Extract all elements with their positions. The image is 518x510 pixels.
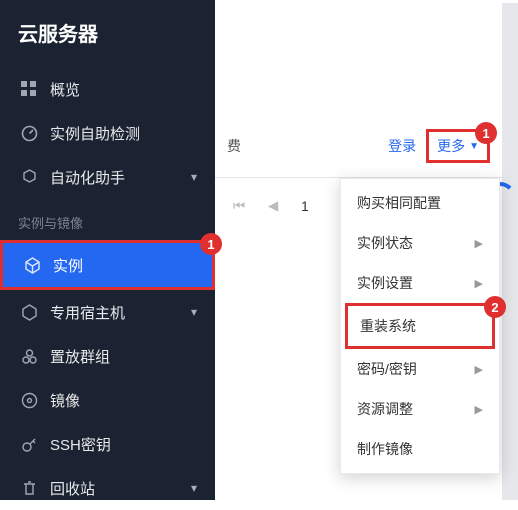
sidebar-item-label: 回收站 [50, 478, 95, 499]
chevron-right-icon: ▶ [475, 363, 483, 376]
sidebar-section-label: 实例与镜像 [0, 199, 215, 240]
grid-icon [18, 78, 40, 100]
sidebar-title: 云服务器 [0, 14, 215, 67]
sidebar-item-label: 镜像 [50, 390, 80, 411]
sidebar-item-label: 专用宿主机 [50, 302, 125, 323]
scrollbar-track[interactable] [502, 3, 518, 500]
dd-item-instance-settings[interactable]: 实例设置 ▶ [341, 263, 499, 303]
sidebar-item-label: 实例自助检测 [50, 123, 140, 144]
dd-item-instance-status[interactable]: 实例状态 ▶ [341, 223, 499, 263]
dd-item-label: 密码/密钥 [357, 359, 417, 379]
login-link[interactable]: 登录 [388, 136, 416, 156]
chevron-down-icon: ▾ [191, 481, 197, 495]
more-dropdown-button[interactable]: 更多 ▼ 1 [426, 129, 490, 163]
chevron-right-icon: ▶ [475, 277, 483, 290]
sidebar-item-dedicated-host[interactable]: 专用宿主机 ▾ [0, 290, 215, 334]
sidebar-item-self-check[interactable]: 实例自助检测 [0, 111, 215, 155]
dd-item-buy-same-config[interactable]: 购买相同配置 [341, 183, 499, 223]
sidebar-item-placement-group[interactable]: 置放群组 [0, 334, 215, 378]
dd-item-label: 实例设置 [357, 273, 413, 293]
dd-item-label: 资源调整 [357, 399, 413, 419]
sidebar-item-recycle-bin[interactable]: 回收站 ▾ [0, 466, 215, 510]
sidebar: 云服务器 概览 实例自助检测 自动化助手 ▾ 实例与镜像 实例 1 专用宿主机 … [0, 0, 215, 500]
dd-item-label: 重装系统 [360, 316, 416, 336]
chevron-right-icon: ▶ [475, 403, 483, 416]
annotation-badge-2: 2 [484, 296, 506, 318]
dd-item-label: 实例状态 [357, 233, 413, 253]
cube-outline-icon [18, 301, 40, 323]
sidebar-item-label: SSH密钥 [50, 434, 111, 455]
dd-item-label: 购买相同配置 [357, 193, 441, 213]
annotation-badge-1: 1 [200, 233, 222, 255]
sidebar-item-label: 概览 [50, 79, 80, 100]
sidebar-item-images[interactable]: 镜像 [0, 378, 215, 422]
chevron-right-icon: ▶ [475, 237, 483, 250]
page-first-button[interactable]: ⏮ [227, 194, 251, 218]
robot-icon [18, 166, 40, 188]
dd-item-create-image[interactable]: 制作镜像 [341, 429, 499, 469]
sidebar-item-automation[interactable]: 自动化助手 ▾ [0, 155, 215, 199]
stack-icon [18, 345, 40, 367]
dd-item-password-key[interactable]: 密码/密钥 ▶ [341, 349, 499, 389]
cube-icon [21, 254, 43, 276]
fee-label: 费 [227, 136, 241, 156]
sidebar-item-ssh-keys[interactable]: SSH密钥 [0, 422, 215, 466]
sidebar-item-label: 置放群组 [50, 346, 110, 367]
sidebar-item-instances[interactable]: 实例 1 [0, 240, 215, 290]
dd-item-label: 制作镜像 [357, 439, 413, 459]
gauge-icon [18, 122, 40, 144]
key-icon [18, 433, 40, 455]
chevron-down-icon: ▾ [191, 170, 197, 184]
dd-item-reinstall-system[interactable]: 重装系统 2 [345, 303, 495, 349]
sidebar-item-overview[interactable]: 概览 [0, 67, 215, 111]
disc-icon [18, 389, 40, 411]
action-bar: 费 登录 更多 ▼ 1 [215, 115, 518, 177]
more-label: 更多 [437, 136, 465, 156]
main-content: 费 登录 更多 ▼ 1 ⏮ ◀ 1 购买相同配置 实例状态 ▶ 实例设置 ▶ 重… [215, 0, 518, 500]
sidebar-item-label: 实例 [53, 255, 83, 276]
dd-item-resource-adjust[interactable]: 资源调整 ▶ [341, 389, 499, 429]
page-prev-button[interactable]: ◀ [261, 194, 285, 218]
caret-down-icon: ▼ [469, 141, 479, 152]
more-dropdown-menu: 购买相同配置 实例状态 ▶ 实例设置 ▶ 重装系统 2 密码/密钥 ▶ 资源调整… [340, 178, 500, 474]
trash-icon [18, 477, 40, 499]
chevron-down-icon: ▾ [191, 305, 197, 319]
sidebar-item-label: 自动化助手 [50, 167, 125, 188]
page-current: 1 [301, 198, 309, 214]
annotation-badge-1b: 1 [475, 122, 497, 144]
